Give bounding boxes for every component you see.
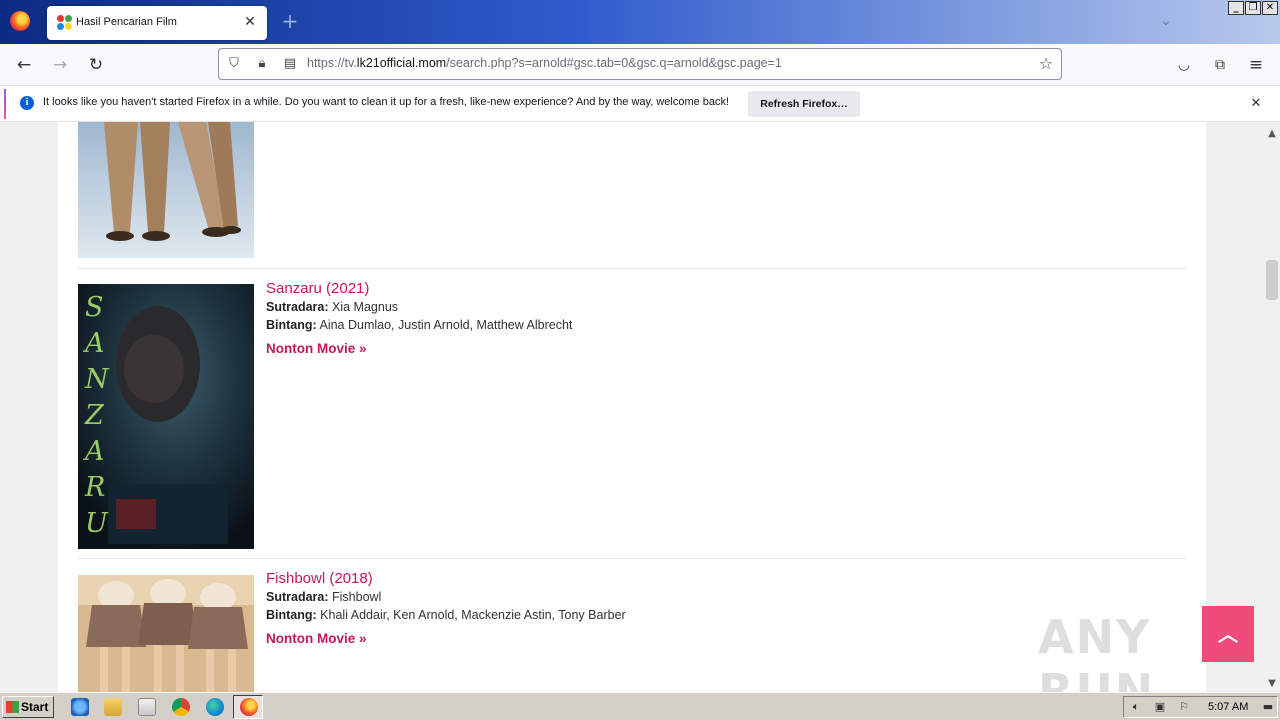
- watch-movie-link[interactable]: Nonton Movie »: [266, 341, 572, 356]
- film-title-link[interactable]: Fishbowl (2018): [266, 570, 626, 587]
- system-tray: 🔈︎ ▣ ⚐ ▬: [1123, 696, 1278, 718]
- film-cast: Bintang: Aina Dumlao, Justin Arnold, Mat…: [266, 317, 572, 334]
- firefox-logo-icon[interactable]: [10, 11, 30, 31]
- poster-letter: Z: [84, 400, 105, 431]
- new-tab-icon[interactable]: +: [280, 10, 300, 32]
- internet-explorer-icon[interactable]: [71, 698, 89, 716]
- site-favicon-icon: [57, 15, 73, 31]
- notification-accent: [4, 89, 6, 119]
- cast-label: Bintang:: [266, 608, 317, 622]
- pocket-icon[interactable]: ◡: [1170, 52, 1198, 78]
- network-icon[interactable]: ▣: [1152, 700, 1168, 714]
- tab-active[interactable]: Hasil Pencarian Film ✕: [47, 6, 267, 40]
- scroll-down-arrow-icon[interactable]: ▼: [1264, 676, 1280, 692]
- film-title-link[interactable]: Sanzaru (2021): [266, 280, 572, 297]
- cast-label: Bintang:: [266, 318, 317, 332]
- film-director: Sutradara: Xia Magnus: [266, 299, 572, 316]
- poster-letter: N: [84, 364, 110, 395]
- reload-icon[interactable]: ↻: [82, 52, 110, 78]
- start-label: Start: [21, 700, 49, 714]
- back-to-top-button[interactable]: ︿: [1202, 606, 1254, 662]
- poster-letter: S: [85, 292, 104, 323]
- results-container: S A N Z A R U Sanzaru (2021) Sutradara: …: [58, 122, 1206, 692]
- tab-strip: Hasil Pencarian Film ✕ + ⌄ _ ❐ ✕: [0, 0, 1280, 44]
- cast-value: Khali Addair, Ken Arnold, Mackenzie Asti…: [320, 608, 626, 622]
- previous-result-poster[interactable]: [78, 122, 254, 258]
- poster-letter: A: [82, 436, 105, 467]
- watch-movie-link[interactable]: Nonton Movie »: [266, 631, 626, 646]
- page-viewport: S A N Z A R U Sanzaru (2021) Sutradara: …: [0, 122, 1264, 692]
- chrome-icon[interactable]: [172, 698, 190, 716]
- shield-icon[interactable]: ⛉: [225, 55, 243, 73]
- refresh-notification-bar: i It looks like you haven't started Fire…: [0, 86, 1280, 122]
- show-desktop-icon[interactable]: ▬: [1260, 700, 1276, 714]
- windows-logo-icon: [6, 701, 19, 713]
- url-text[interactable]: https://tv.lk21official.mom/search.php?s…: [307, 56, 782, 70]
- result-divider: [78, 268, 1186, 269]
- result-item: Fishbowl (2018) Sutradara: Fishbowl Bint…: [266, 570, 626, 646]
- url-bar[interactable]: ⛉ 🔒︎ ▤ https://tv.lk21official.mom/searc…: [218, 48, 1062, 80]
- forward-arrow-icon[interactable]: →: [46, 52, 74, 78]
- chevron-up-icon: ︿: [1218, 622, 1238, 646]
- director-label: Sutradara:: [266, 300, 329, 314]
- vertical-scrollbar[interactable]: ▲ ▼: [1264, 122, 1280, 692]
- bookmark-star-icon[interactable]: ☆: [1037, 55, 1055, 73]
- tab-close-icon[interactable]: ✕: [241, 12, 259, 32]
- volume-icon[interactable]: 🔈︎: [1128, 700, 1144, 714]
- action-center-flag-icon[interactable]: ⚐: [1176, 700, 1192, 714]
- info-icon: i: [20, 96, 34, 110]
- windows-taskbar: Start 🔈︎ ▣ ⚐ ▬ 5:07 AM: [0, 692, 1280, 720]
- minimize-button[interactable]: _: [1228, 1, 1244, 15]
- edge-icon[interactable]: [206, 698, 224, 716]
- poster-letter: R: [84, 472, 105, 503]
- film-director: Sutradara: Fishbowl: [266, 589, 626, 606]
- back-arrow-icon[interactable]: ←: [10, 52, 38, 78]
- lock-icon[interactable]: 🔒︎: [253, 55, 271, 73]
- extensions-icon[interactable]: ⧉: [1206, 52, 1234, 78]
- scrollbar-thumb[interactable]: [1266, 260, 1278, 300]
- close-notification-icon[interactable]: ✕: [1246, 94, 1266, 114]
- poster-letter: A: [82, 328, 105, 359]
- director-value: Fishbowl: [332, 590, 382, 604]
- refresh-firefox-button[interactable]: Refresh Firefox…: [748, 91, 860, 117]
- cast-value: Aina Dumlao, Justin Arnold, Matthew Albr…: [319, 318, 573, 332]
- tab-title: Hasil Pencarian Film: [76, 16, 177, 28]
- file-explorer-icon[interactable]: [104, 698, 122, 716]
- director-label: Sutradara:: [266, 590, 329, 604]
- result-item: Sanzaru (2021) Sutradara: Xia Magnus Bin…: [266, 280, 572, 356]
- result-divider: [78, 558, 1186, 559]
- restore-button[interactable]: ❐: [1245, 1, 1261, 15]
- firefox-icon: [240, 698, 258, 716]
- taskbar-clock: 5:07 AM: [1208, 701, 1249, 713]
- director-value: Xia Magnus: [332, 300, 399, 314]
- media-player-icon[interactable]: [138, 698, 156, 716]
- nav-toolbar: ← → ↻ ⛉ 🔒︎ ▤ https://tv.lk21official.mom…: [0, 44, 1280, 86]
- page-info-icon[interactable]: ▤: [281, 55, 299, 73]
- app-menu-icon[interactable]: ≡: [1242, 52, 1270, 78]
- film-cast: Bintang: Khali Addair, Ken Arnold, Macke…: [266, 607, 626, 624]
- taskbar-firefox-active[interactable]: [233, 695, 263, 719]
- notification-message: It looks like you haven't started Firefo…: [43, 96, 730, 108]
- poster-fishbowl[interactable]: [78, 575, 254, 692]
- poster-sanzaru[interactable]: S A N Z A R U: [78, 284, 254, 549]
- close-window-button[interactable]: ✕: [1262, 1, 1278, 15]
- start-button[interactable]: Start: [2, 696, 54, 718]
- poster-letter: U: [85, 508, 109, 539]
- scroll-up-arrow-icon[interactable]: ▲: [1264, 126, 1280, 142]
- list-all-tabs-icon[interactable]: ⌄: [1157, 13, 1175, 31]
